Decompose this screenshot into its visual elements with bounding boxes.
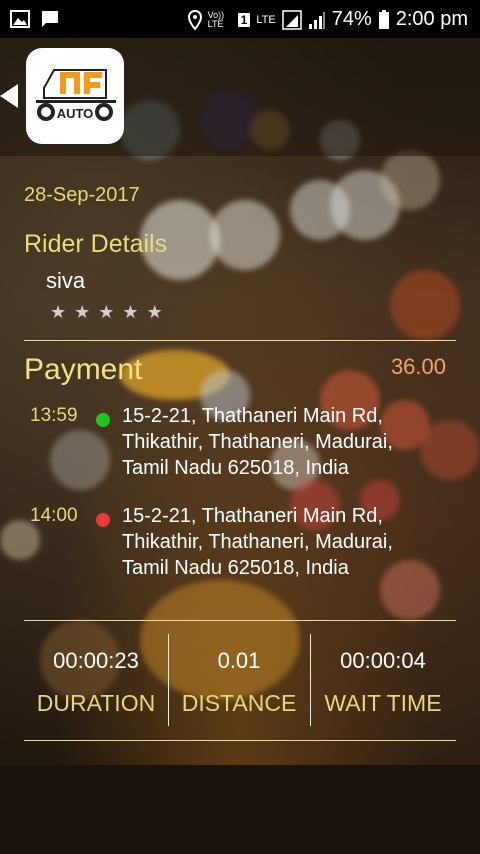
star-icon: ★ <box>98 302 115 322</box>
signal-icon-2 <box>308 11 325 29</box>
pickup-dot-icon <box>96 413 110 427</box>
image-notification-icon <box>10 10 30 28</box>
star-icon: ★ <box>146 302 163 322</box>
distance-label: DISTANCE <box>181 690 297 716</box>
volte-indicator: Vo)) LTE <box>207 9 225 29</box>
pickup-time: 13:59 <box>30 405 78 426</box>
divider <box>24 620 456 621</box>
trip-date: 28-Sep-2017 <box>24 184 140 206</box>
star-icon: ★ <box>50 302 67 322</box>
status-bar: Vo)) LTE 1 LTE 74% 2:00 pm <box>0 0 480 38</box>
network-type: LTE <box>256 13 276 26</box>
distance-stat: 0.01 DISTANCE <box>168 630 310 730</box>
battery-percent: 74% <box>331 8 372 30</box>
battery-icon <box>378 9 389 29</box>
auto-rickshaw-logo-icon: AUTO <box>36 69 116 121</box>
star-icon: ★ <box>74 302 91 322</box>
rider-name: siva <box>46 268 86 293</box>
star-icon: ★ <box>122 302 139 322</box>
pickup-address: 15-2-21, Thathaneri Main Rd, Thikathir, … <box>122 405 393 479</box>
duration-label: DURATION <box>36 690 156 716</box>
duration-stat: 00:00:23 DURATION <box>24 630 168 730</box>
location-icon <box>187 9 202 30</box>
wait-time-value: 00:00:04 <box>340 648 426 673</box>
sim-indicator: 1 <box>237 12 251 27</box>
payment-amount: 36.00 <box>390 354 446 379</box>
divider <box>24 340 456 341</box>
message-notification-icon <box>42 11 58 27</box>
app-logo: AUTO <box>26 48 124 144</box>
wait-time-stat: 00:00:04 WAIT TIME <box>310 630 456 730</box>
logo-text: AUTO <box>57 106 94 121</box>
dropoff-time: 14:00 <box>30 505 78 526</box>
distance-value: 0.01 <box>217 648 261 673</box>
signal-icon-1 <box>281 9 302 30</box>
back-arrow-icon[interactable] <box>0 84 18 108</box>
rider-details-heading: Rider Details <box>24 230 168 258</box>
dropoff-address: 15-2-21, Thathaneri Main Rd, Thikathir, … <box>122 505 393 579</box>
payment-heading: Payment <box>24 353 143 386</box>
divider <box>24 740 456 741</box>
duration-value: 00:00:23 <box>53 648 139 673</box>
clock: 2:00 pm <box>395 8 468 30</box>
trip-stats: 00:00:23 DURATION 0.01 DISTANCE 00:00:04… <box>24 630 456 730</box>
dropoff-dot-icon <box>96 513 110 527</box>
rating-stars: ★ ★ ★ ★ ★ <box>50 302 163 323</box>
wait-time-label: WAIT TIME <box>324 690 442 716</box>
